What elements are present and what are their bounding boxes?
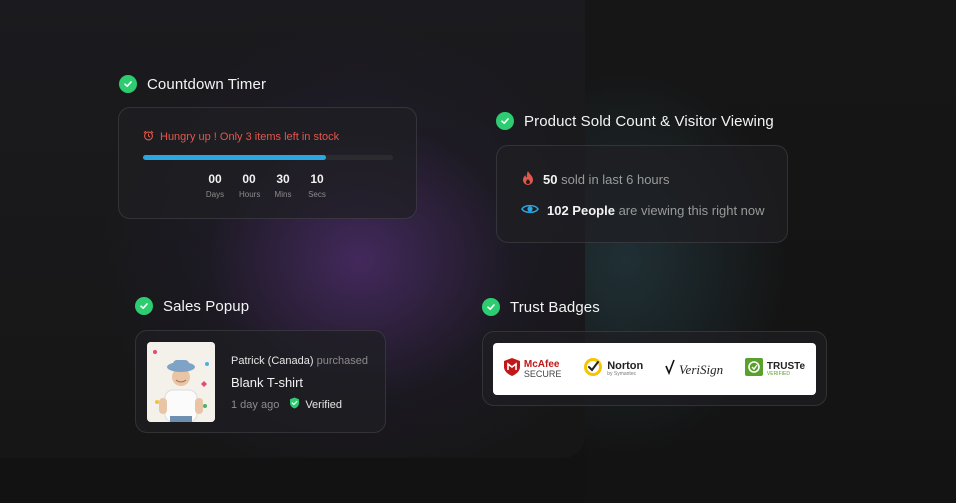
sales-popup-title-label: Sales Popup	[163, 297, 250, 315]
timer-mins-label: Mins	[274, 190, 292, 199]
timer-mins: 30 Mins	[273, 172, 293, 199]
stock-alert-text: Hungry up ! Only 3 items left in stock	[160, 131, 340, 143]
timer-secs-label: Secs	[308, 190, 326, 199]
purchase-meta: 1 day ago Verified	[231, 397, 342, 412]
product-name[interactable]: Blank T-shirt	[231, 375, 303, 390]
truste-line1: TRUSTe	[766, 360, 806, 372]
background-panel-right	[585, 0, 956, 503]
stock-alert: Hungry up ! Only 3 items left in stock	[143, 130, 339, 144]
truste-icon	[744, 357, 763, 381]
trust-badges-title: Trust Badges	[482, 298, 600, 316]
buyer-action: purchased	[316, 355, 368, 367]
verified-shield-icon	[289, 397, 300, 412]
sold-count: 50	[543, 172, 558, 187]
countdown-title: Countdown Timer	[119, 75, 266, 93]
timer-mins-value: 30	[276, 172, 290, 186]
mcafee-badge: McAfee SECURE	[503, 357, 562, 381]
norton-badge: Norton by Symantec	[583, 357, 643, 382]
alarm-clock-icon	[143, 130, 154, 144]
verified-badge: Verified	[289, 397, 342, 412]
timer-days-value: 00	[208, 172, 222, 186]
buyer-name: Patrick (Canada)	[231, 355, 314, 367]
timer-secs-value: 10	[310, 172, 324, 186]
mcafee-shield-icon	[503, 357, 520, 381]
viewers-row: 102 People are viewing this right now	[521, 202, 765, 219]
check-circle-icon	[496, 112, 514, 130]
timer-days: 00 Days	[205, 172, 225, 199]
product-thumbnail	[147, 342, 215, 422]
verisign-check-icon	[665, 359, 675, 380]
mcafee-line1: McAfee	[523, 358, 560, 370]
sold-count-title: Product Sold Count & Visitor Viewing	[496, 112, 774, 130]
timer-hours-value: 00	[242, 172, 256, 186]
fire-icon	[521, 170, 535, 189]
countdown-timer: 00 Days 00 Hours 30 Mins 10 Secs	[205, 172, 327, 199]
verisign-badge: VeriSign	[665, 359, 723, 380]
trust-badge-strip: McAfee SECURE Norton by Symantec VeriSig…	[493, 343, 816, 395]
verified-label: Verified	[305, 398, 343, 411]
countdown-card: Hungry up ! Only 3 items left in stock 0…	[118, 107, 417, 219]
buyer-line: Patrick (Canada) purchased	[231, 355, 368, 367]
sold-count-card: 50 sold in last 6 hours 102 People are v…	[496, 145, 788, 243]
sold-text: sold in last 6 hours	[561, 172, 670, 187]
timer-hours-label: Hours	[239, 190, 261, 199]
sales-popup-card[interactable]: Patrick (Canada) purchased Blank T-shirt…	[135, 330, 386, 433]
check-circle-icon	[119, 75, 137, 93]
purchase-time: 1 day ago	[231, 398, 280, 411]
mcafee-line2: SECURE	[523, 368, 562, 379]
norton-line2: by Symantec	[607, 371, 637, 377]
check-circle-icon	[135, 297, 153, 315]
trust-badges-card: McAfee SECURE Norton by Symantec VeriSig…	[482, 331, 827, 406]
sold-row: 50 sold in last 6 hours	[521, 170, 670, 189]
stock-progress-fill	[143, 155, 326, 160]
viewers-text: are viewing this right now	[618, 203, 765, 218]
viewers-count: 102 People	[547, 203, 615, 218]
check-circle-icon	[482, 298, 500, 316]
truste-line2: VERIFIED	[766, 370, 790, 377]
eye-icon	[521, 202, 539, 219]
sold-count-title-label: Product Sold Count & Visitor Viewing	[524, 112, 774, 130]
norton-check-icon	[583, 357, 603, 382]
stock-progress-bar	[143, 155, 393, 160]
countdown-title-label: Countdown Timer	[147, 75, 267, 93]
sales-popup-title: Sales Popup	[135, 297, 249, 315]
truste-badge: TRUSTe VERIFIED	[744, 357, 806, 381]
timer-secs: 10 Secs	[307, 172, 327, 199]
timer-hours: 00 Hours	[239, 172, 261, 199]
verisign-label: VeriSign	[679, 361, 724, 377]
trust-badges-title-label: Trust Badges	[510, 298, 600, 316]
timer-days-label: Days	[205, 190, 225, 199]
